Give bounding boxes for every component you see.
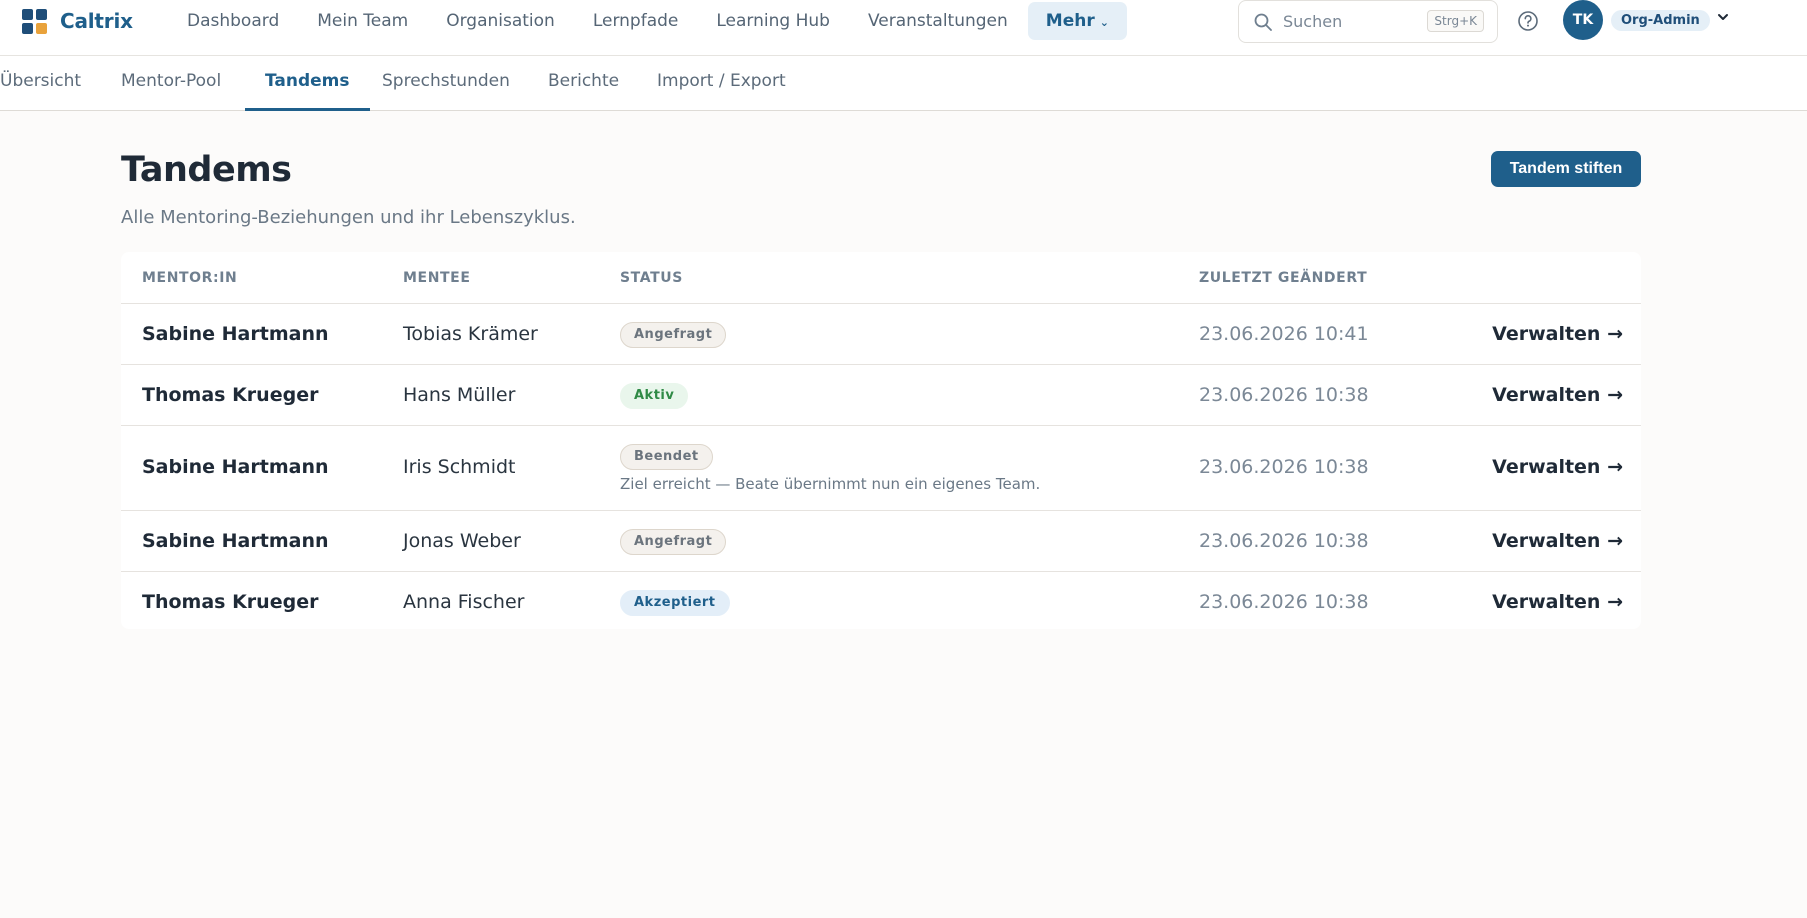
nav-more-label: Mehr: [1045, 11, 1095, 31]
top-navigation-bar: Caltrix Dashboard Mein Team Organisation…: [0, 0, 1807, 56]
mentee-name: Hans Müller: [403, 384, 516, 406]
search-input[interactable]: Suchen Strg+K: [1238, 0, 1498, 43]
manage-link[interactable]: Verwalten →: [1492, 591, 1623, 613]
role-badge: Org-Admin: [1611, 10, 1710, 31]
manage-link[interactable]: Verwalten →: [1492, 384, 1623, 406]
add-tandem-button[interactable]: Tandem stiften: [1491, 151, 1641, 187]
column-header-updated: ZULETZT GEÄNDERT: [1199, 270, 1368, 286]
mentor-name: Thomas Krueger: [142, 384, 319, 406]
nav-more-button[interactable]: Mehr ⌄: [1027, 2, 1127, 40]
nav-item-organisation[interactable]: Organisation: [427, 2, 574, 40]
nav-item-learning-hub[interactable]: Learning Hub: [697, 2, 849, 40]
logo-mark-icon: [22, 8, 47, 34]
manage-link[interactable]: Verwalten →: [1492, 323, 1623, 345]
updated-timestamp: 23.06.2026 10:41: [1199, 323, 1369, 345]
search-shortcut-hint: Strg+K: [1427, 10, 1484, 32]
column-header-mentee: MENTEE: [403, 270, 471, 286]
tab-tandems[interactable]: Tandems: [245, 56, 370, 111]
mentor-name: Sabine Hartmann: [142, 323, 329, 345]
column-header-status: STATUS: [620, 270, 683, 286]
tab-berichte[interactable]: Berichte: [548, 56, 619, 111]
mentee-name: Iris Schmidt: [403, 456, 516, 478]
status-badge: Angefragt: [620, 529, 727, 555]
table-row[interactable]: Sabine Hartmann Iris Schmidt Beendet Zie…: [121, 426, 1641, 511]
updated-timestamp: 23.06.2026 10:38: [1199, 591, 1369, 613]
mentee-name: Tobias Krämer: [403, 323, 538, 345]
mentor-name: Sabine Hartmann: [142, 456, 329, 478]
status-note: Ziel erreicht — Beate übernimmt nun ein …: [620, 475, 1041, 493]
mentor-name: Thomas Krueger: [142, 591, 319, 613]
manage-link[interactable]: Verwalten →: [1492, 530, 1623, 552]
mentee-name: Anna Fischer: [403, 591, 525, 613]
nav-item-mein-team[interactable]: Mein Team: [298, 2, 427, 40]
updated-timestamp: 23.06.2026 10:38: [1199, 530, 1369, 552]
chevron-down-icon: ⌄: [1099, 16, 1109, 29]
tab-mentor-pool[interactable]: Mentor-Pool: [121, 56, 221, 111]
chevron-down-icon[interactable]: [1716, 10, 1730, 24]
app-name: Caltrix: [60, 9, 133, 33]
manage-link[interactable]: Verwalten →: [1492, 456, 1623, 478]
status-badge: Beendet: [620, 444, 713, 470]
nav-item-veranstaltungen[interactable]: Veranstaltungen: [849, 2, 1027, 40]
nav-item-dashboard[interactable]: Dashboard: [168, 2, 298, 40]
main-nav: Dashboard Mein Team Organisation Lernpfa…: [168, 1, 1127, 41]
search-placeholder: Suchen: [1283, 12, 1343, 31]
tab-import-export[interactable]: Import / Export: [657, 56, 786, 111]
sub-tabs: Übersicht Mentor-Pool Tandems Sprechstun…: [0, 56, 1807, 111]
search-icon: [1254, 13, 1272, 31]
page-subtitle: Alle Mentoring-Beziehungen und ihr Leben…: [121, 207, 576, 228]
app-logo[interactable]: Caltrix: [22, 8, 133, 34]
status-badge: Angefragt: [620, 322, 727, 348]
help-icon[interactable]: [1517, 10, 1539, 32]
table-row[interactable]: Thomas Krueger Anna Fischer Akzeptiert 2…: [121, 572, 1641, 629]
column-header-mentor: MENTOR:IN: [142, 270, 238, 286]
avatar[interactable]: TK: [1563, 0, 1603, 40]
nav-item-lernpfade[interactable]: Lernpfade: [574, 2, 698, 40]
mentee-name: Jonas Weber: [403, 530, 521, 552]
tab-uebersicht[interactable]: Übersicht: [0, 56, 81, 111]
status-badge: Akzeptiert: [620, 590, 730, 616]
status-badge: Aktiv: [620, 383, 689, 409]
tab-sprechstunden[interactable]: Sprechstunden: [382, 56, 510, 111]
mentor-name: Sabine Hartmann: [142, 530, 329, 552]
page-title: Tandems: [121, 150, 292, 190]
table-row[interactable]: Thomas Krueger Hans Müller Aktiv 23.06.2…: [121, 365, 1641, 426]
tandems-table: MENTOR:IN MENTEE STATUS ZULETZT GEÄNDERT…: [121, 252, 1641, 629]
updated-timestamp: 23.06.2026 10:38: [1199, 456, 1369, 478]
table-header: MENTOR:IN MENTEE STATUS ZULETZT GEÄNDERT: [121, 252, 1641, 304]
table-row[interactable]: Sabine Hartmann Jonas Weber Angefragt 23…: [121, 511, 1641, 572]
updated-timestamp: 23.06.2026 10:38: [1199, 384, 1369, 406]
table-row[interactable]: Sabine Hartmann Tobias Krämer Angefragt …: [121, 304, 1641, 365]
